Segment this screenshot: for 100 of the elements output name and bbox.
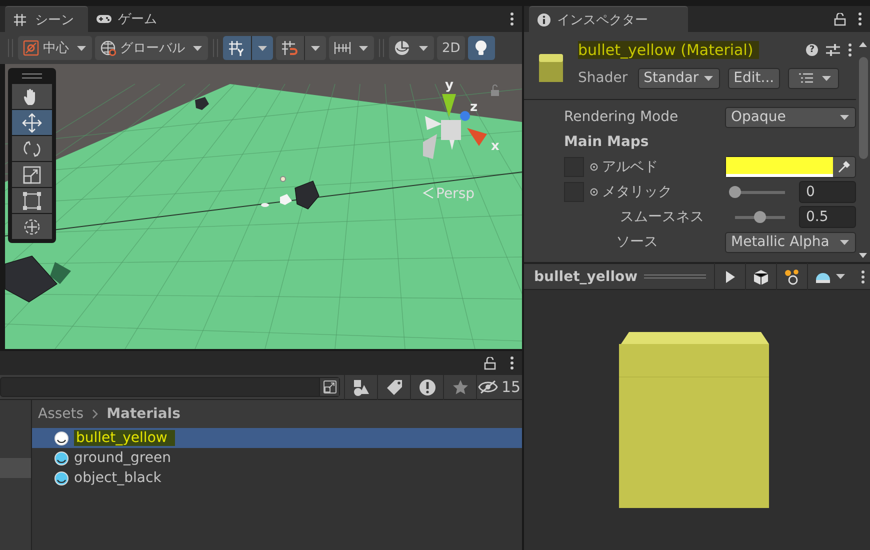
scrollbar-thumb[interactable] (858, 57, 868, 159)
caret-icon (839, 114, 850, 120)
light-bulbs-icon (784, 268, 800, 284)
axis-label: y (445, 78, 454, 93)
axis-label: z (470, 100, 478, 115)
shapes-icon (352, 378, 370, 396)
edit-shader-button[interactable]: Edit... (728, 68, 780, 88)
panel-tab[interactable]: インスペクター (529, 6, 688, 32)
drag-handle-icon[interactable] (22, 73, 42, 79)
scale-tool[interactable] (12, 162, 52, 187)
more-options-icon[interactable] (510, 356, 514, 370)
info-icon (537, 12, 551, 26)
gamepad-icon (96, 12, 112, 26)
caret-icon (192, 44, 203, 52)
drag-handle-icon[interactable] (644, 274, 706, 279)
section-header: Main Maps (564, 134, 649, 150)
material-sphere-icon (54, 450, 69, 466)
increment-snap-dropdown[interactable] (329, 36, 374, 60)
tag-icon (386, 378, 402, 396)
help-icon[interactable]: ? (806, 44, 818, 56)
grid-snap-toggle[interactable] (223, 36, 273, 60)
caret-icon (702, 74, 714, 82)
globe-icon (100, 40, 117, 56)
shader-dropdown[interactable]: Standar (638, 68, 720, 88)
more-options-icon[interactable] (510, 12, 514, 26)
property-label: スムースネス (620, 208, 705, 226)
space-dropdown[interactable]: グローバル (95, 36, 208, 60)
caret-icon (839, 238, 850, 246)
shader-list-dropdown[interactable] (788, 68, 840, 88)
expand-search-icon[interactable] (319, 378, 339, 396)
asset-item[interactable]: bullet_yellow (32, 428, 522, 448)
cube-drawing (195, 97, 209, 110)
property-dropdown[interactable]: Metallic Alpha (725, 232, 856, 252)
color-swatch[interactable] (726, 157, 833, 177)
number-field[interactable]: 0 (799, 181, 856, 203)
slider-thumb[interactable] (754, 211, 766, 223)
orientation-gizmo-drawing (423, 94, 487, 159)
more-options-icon[interactable] (858, 12, 862, 26)
property-label: メタリック (602, 183, 673, 201)
lock-icon[interactable] (834, 12, 846, 26)
property-dropdown[interactable]: Opaque (725, 106, 856, 128)
axis-label: x (491, 139, 500, 154)
scale-icon (22, 164, 42, 184)
hand-tool[interactable] (12, 84, 52, 109)
more-options-icon[interactable] (860, 270, 865, 284)
lock-icon[interactable] (484, 356, 496, 370)
caret-icon (821, 74, 832, 82)
pivot-dropdown[interactable]: 中心 (18, 36, 92, 60)
number-field[interactable]: 0.5 (799, 206, 856, 228)
transform-tool[interactable] (12, 214, 52, 239)
bullet-drawing (261, 194, 292, 207)
caret-icon (834, 273, 846, 280)
breadcrumb-link[interactable]: Assets (38, 406, 84, 422)
move-tool[interactable] (12, 110, 52, 135)
material-sphere-icon (54, 470, 69, 486)
lighting-toggle[interactable] (468, 36, 496, 60)
caret-icon (257, 44, 268, 52)
transform-icon (22, 216, 42, 236)
asset-item[interactable]: ground_green (32, 448, 522, 468)
light-source-icon (280, 176, 286, 182)
move-arrows-icon (22, 112, 42, 132)
magnet-grid-icon (281, 40, 298, 56)
star-icon (452, 378, 468, 396)
eye-slash-icon (478, 380, 498, 394)
caret-icon (76, 44, 87, 52)
snap-toggle[interactable] (276, 36, 326, 60)
scroll-up-icon[interactable] (859, 42, 867, 47)
rotate-tool[interactable] (12, 136, 52, 161)
material-sphere-icon (54, 430, 69, 446)
material-title: bullet_yellow (Material) (578, 41, 760, 59)
more-options-icon[interactable] (848, 43, 852, 57)
presets-icon[interactable] (826, 44, 840, 56)
panel-tab[interactable]: シーン (5, 6, 88, 32)
exclamation-icon (418, 378, 436, 396)
cube-drawing (294, 180, 320, 210)
rect-tool[interactable] (12, 188, 52, 213)
property-label: ソース (615, 233, 659, 251)
target-icon[interactable] (590, 188, 598, 196)
shader-label: Shader (578, 70, 628, 86)
preview-title: bullet_yellow (533, 268, 639, 284)
chevron-right-icon (92, 409, 99, 419)
property-label: アルベド (602, 158, 659, 176)
property-label: Rendering Mode (564, 109, 680, 125)
pivot-icon (23, 40, 40, 56)
list-icon (799, 73, 814, 83)
breadcrumb-link[interactable]: Materials (106, 406, 180, 422)
render-mode-dropdown[interactable] (389, 36, 434, 60)
cube-drawing (5, 256, 71, 302)
mode-2d-button[interactable]: 2D (437, 36, 466, 60)
asset-item[interactable]: object_black (32, 468, 522, 488)
cube-icon (752, 268, 769, 284)
search-field[interactable] (0, 377, 340, 397)
target-icon[interactable] (590, 163, 598, 171)
ruler-icon (334, 40, 351, 56)
grid-snap-icon (228, 40, 245, 56)
grid-icon (13, 12, 29, 26)
scroll-down-icon[interactable] (859, 253, 867, 258)
sphere-icon (394, 40, 411, 56)
slider-thumb[interactable] (729, 186, 741, 198)
panel-tab[interactable]: ゲーム (88, 6, 171, 32)
